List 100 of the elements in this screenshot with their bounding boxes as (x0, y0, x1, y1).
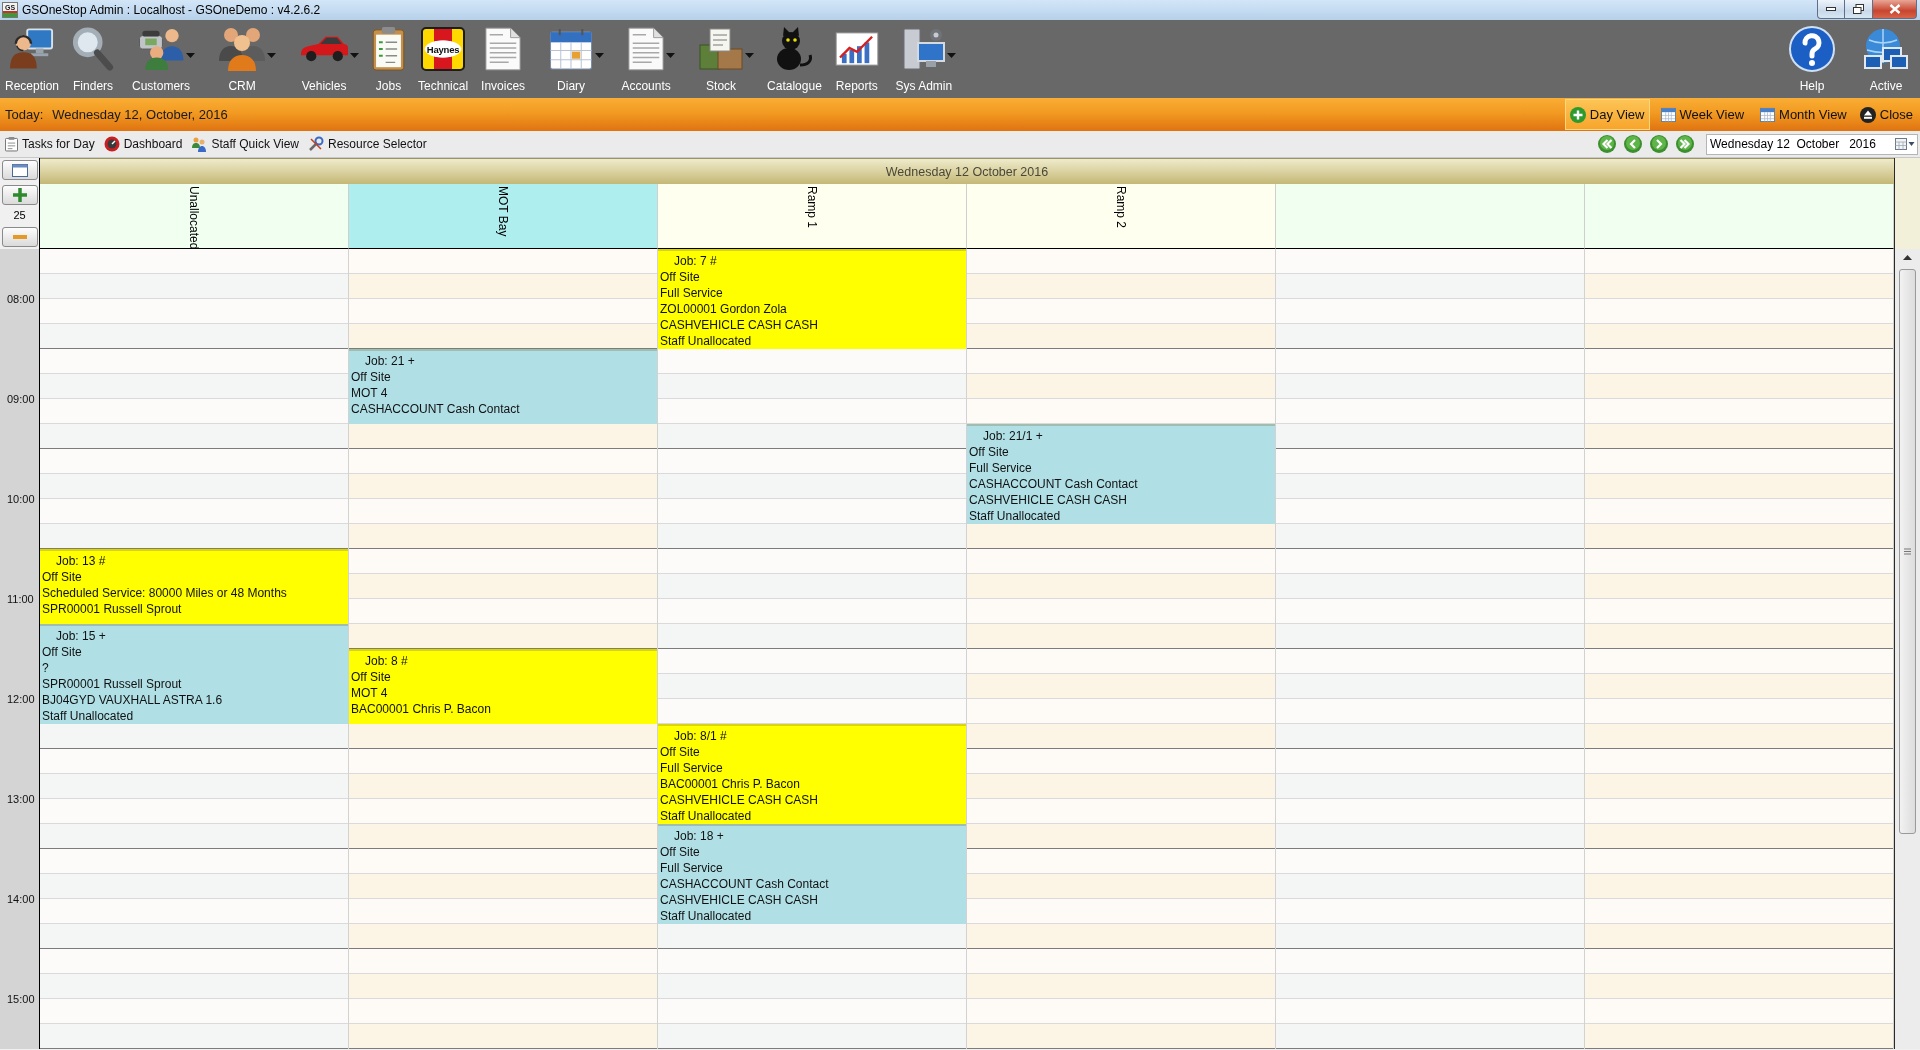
calendar-icon (11, 163, 28, 177)
finders-button[interactable]: Finders (69, 25, 118, 95)
minus-icon (12, 235, 27, 239)
previous-button[interactable] (1624, 135, 1642, 153)
time-label: 08:00 (7, 293, 35, 305)
job-detail: CASHACCOUNT Cash Contact (969, 476, 1138, 492)
scrollbar-thumb[interactable] (1899, 269, 1916, 834)
technical-button[interactable]: Haynes Technical (415, 25, 472, 95)
job-detail: BAC00001 Chris P. Bacon (660, 776, 800, 792)
close-button[interactable]: Close (1857, 99, 1915, 130)
job-detail: Off Site (969, 444, 1009, 460)
resources-button[interactable]: Resource Selector (308, 136, 427, 152)
jobs-button[interactable]: Jobs (369, 25, 409, 95)
job-card[interactable]: Job: 8/1 # Off Site Full Service BAC00001 Chris P. Bacon CASHVEHICLE CASH CASH Staff Unallocated (658, 724, 966, 824)
job-detail: Full Service (660, 760, 723, 776)
diary-button[interactable]: Diary (535, 25, 608, 95)
job-detail: CASHVEHICLE CASH CASH (660, 892, 819, 908)
job-card[interactable]: Job: 8 # Off Site MOT 4 BAC00001 Chris P. Bacon (349, 649, 657, 724)
job-detail: Staff Unallocated (660, 333, 752, 349)
job-title: Job: 15 + (55, 628, 106, 644)
time-label: 12:00 (7, 693, 35, 705)
today-label: Today: (5, 107, 44, 122)
time-label: 13:00 (7, 793, 35, 805)
help-icon (1789, 26, 1835, 72)
job-card[interactable]: Job: 18 + Off Site Full Service CASHACCOUNT Cash Contact CASHVEHICLE CASH CASH Staff Unallocated (658, 824, 966, 924)
crm-button[interactable]: CRM (205, 25, 280, 95)
globe-computers-icon (1863, 28, 1909, 70)
job-card[interactable]: Job: 21/1 + Off Site Full Service CASHACCOUNT Cash Contact CASHVEHICLE CASH CASH Staff Unallocated (967, 424, 1275, 524)
clipboard-icon (372, 27, 406, 71)
grip-icon (1904, 548, 1911, 555)
dashboard-button[interactable]: Dashboard (103, 136, 183, 152)
zoom-in-button[interactable] (1, 185, 38, 205)
customers-button[interactable]: Customers (124, 25, 199, 95)
window-title: GSOneStop Admin : Localhost - GSOneDemo : v4.2.6.2 (22, 3, 321, 17)
job-detail: Scheduled Service: 80000 Miles or 48 Months (42, 585, 287, 601)
job-card[interactable]: Job: 13 # Off Site Scheduled Service: 80000 Miles or 48 Months SPR00001 Russell Sprout (40, 549, 348, 624)
resource-name: Ramp 2 (1114, 186, 1128, 229)
catalogue-button[interactable]: Catalogue (764, 25, 825, 95)
arrow-right-icon (1650, 135, 1668, 153)
next-button[interactable] (1650, 135, 1668, 153)
sysadmin-button[interactable]: Sys Admin (888, 25, 959, 95)
search-icon (72, 27, 115, 71)
job-detail: Staff Unallocated (42, 708, 134, 724)
accounts-button[interactable]: Accounts (614, 25, 679, 95)
active-button[interactable]: Active (1860, 25, 1912, 95)
job-card[interactable]: Job: 7 # Off Site Full Service ZOL00001 Gordon Zola CASHVEHICLE CASH CASH Staff Unallocated (658, 249, 966, 349)
job-title: Job: 18 + (673, 828, 724, 844)
gauge-icon (103, 136, 120, 152)
job-title: Job: 7 # (673, 253, 717, 269)
resource-name: Unallocated (187, 186, 201, 250)
help-button[interactable]: Help (1786, 25, 1838, 95)
minimize-button[interactable] (1817, 0, 1845, 19)
view-tab[interactable]: Week View (1655, 99, 1750, 130)
people-icon (191, 136, 208, 152)
job-card[interactable]: Job: 21 + Off Site MOT 4 CASHACCOUNT Cash Contact (349, 349, 657, 424)
view-tab[interactable]: Day View (1564, 99, 1650, 130)
reception-button[interactable]: Reception (2, 25, 63, 95)
vehicles-button[interactable]: Vehicles (286, 25, 363, 95)
staff-button[interactable]: Staff Quick View (191, 136, 299, 152)
clipboard-icon (5, 136, 18, 152)
job-detail: Staff Unallocated (969, 508, 1061, 524)
time-label: 10:00 (7, 493, 35, 505)
calendar-icon (1760, 107, 1776, 122)
job-detail: SPR00001 Russell Sprout (42, 601, 182, 617)
close-icon (1888, 4, 1901, 14)
tasks-button[interactable]: Tasks for Day (5, 136, 95, 152)
resource-name: MOT Bay (496, 186, 510, 237)
calendar-icon (1660, 107, 1676, 122)
restore-button[interactable] (1845, 0, 1873, 19)
zoom-out-button[interactable] (1, 227, 38, 247)
time-label: 09:00 (7, 393, 35, 405)
today-date: Wednesday 12, October, 2016 (52, 107, 228, 122)
person-monitor-icon (10, 28, 54, 70)
job-detail: SPR00001 Russell Sprout (42, 676, 182, 692)
first-button[interactable] (1598, 135, 1616, 153)
job-detail: Full Service (969, 460, 1032, 476)
job-title: Job: 13 # (55, 553, 106, 569)
cat-icon (776, 26, 813, 72)
job-detail: Staff Unallocated (660, 908, 752, 924)
double-arrow-right-icon (1676, 135, 1694, 153)
view-tab[interactable]: Month View (1755, 99, 1852, 130)
job-card[interactable]: Job: 15 + Off Site ? SPR00001 Russell Sprout BJ04GYD VAUXHALL ASTRA 1.6 Staff Unallocated (40, 624, 348, 724)
time-label: 14:00 (7, 893, 35, 905)
boxes-icon (699, 28, 744, 70)
job-title: Job: 21 + (364, 353, 415, 369)
close-window-button[interactable] (1873, 0, 1917, 19)
job-detail: CASHVEHICLE CASH CASH (660, 317, 819, 333)
job-detail: MOT 4 (351, 685, 388, 701)
last-button[interactable] (1676, 135, 1694, 153)
job-detail: ZOL00001 Gordon Zola (660, 301, 787, 317)
reports-button[interactable]: Reports (831, 25, 882, 95)
time-label: 11:00 (7, 593, 34, 605)
job-detail: Off Site (660, 269, 700, 285)
stock-button[interactable]: Stock (685, 25, 758, 95)
job-detail: Off Site (351, 669, 391, 685)
calendar-button[interactable] (1, 160, 38, 180)
job-detail: CASHACCOUNT Cash Contact (351, 401, 520, 417)
job-detail: Full Service (660, 285, 723, 301)
job-title: Job: 8 # (364, 653, 408, 669)
invoices-button[interactable]: Invoices (478, 25, 529, 95)
